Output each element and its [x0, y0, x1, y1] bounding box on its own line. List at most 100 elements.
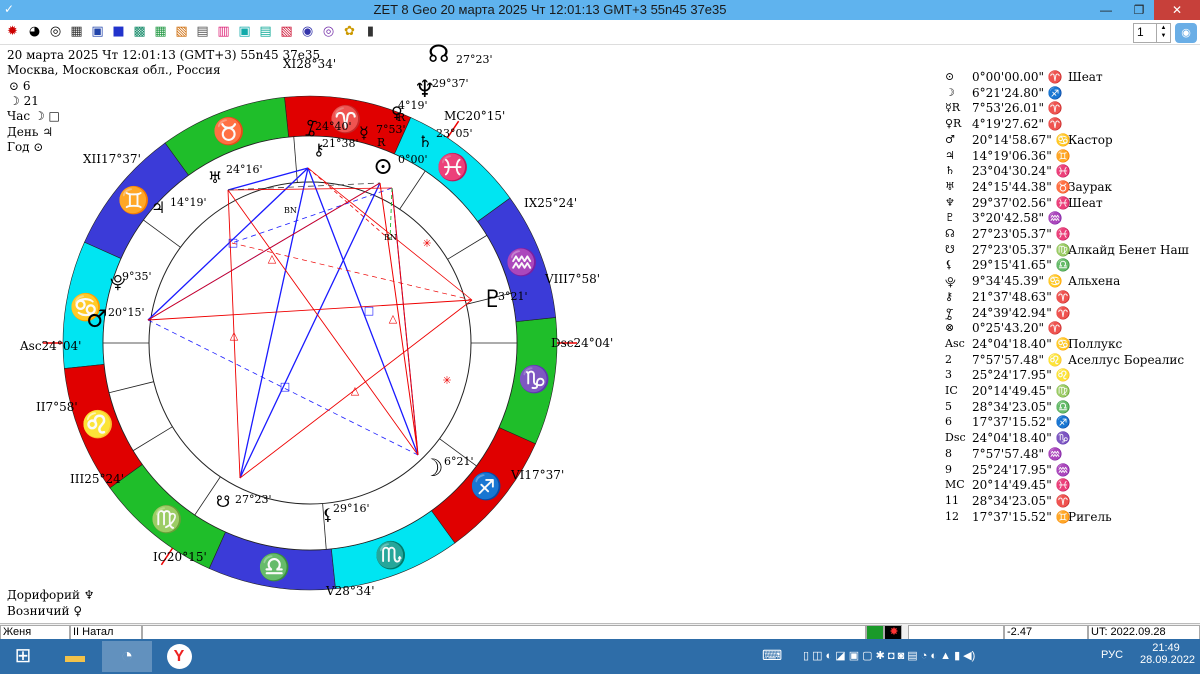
aspect-symbol: △: [268, 252, 277, 265]
status-value: -2.47: [1004, 625, 1088, 640]
red-star-indicator-icon[interactable]: ✸: [884, 625, 902, 640]
position-value: 24°15'44.38" ♉: [972, 179, 1071, 194]
aspect-symbol: ✳: [442, 374, 451, 387]
tool-green-grid-icon[interactable]: ▦: [152, 23, 169, 40]
position-value: 3°20'42.58" ♒: [972, 211, 1063, 226]
page-spinner[interactable]: 1 ▲ ▼: [1133, 23, 1171, 43]
position-glyph: 5: [945, 399, 952, 413]
planet-mars-glyph: ♂: [86, 305, 108, 333]
house-cusp-line: [143, 219, 181, 248]
tool-square-icon[interactable]: ▣: [89, 23, 106, 40]
tool-globe-icon[interactable]: ◉: [1175, 23, 1197, 43]
zodiac-sign-sector: [284, 95, 412, 155]
start-windows-icon[interactable]: ⊞: [0, 641, 46, 672]
aspect-line: [231, 187, 393, 244]
planet-pluto-degree: 3°21': [498, 290, 528, 303]
position-value: 17°37'15.52" ♐: [972, 415, 1071, 430]
position-glyph: IC: [945, 384, 958, 397]
planet-moon-glyph: ☽: [422, 454, 444, 482]
position-value: 25°24'17.95" ♌: [972, 368, 1071, 383]
position-glyph: 11: [945, 493, 959, 507]
zodiac-sign-sector: [331, 510, 456, 590]
aspect-line: [227, 189, 241, 479]
tool-bars-icon[interactable]: ▮: [362, 23, 379, 40]
planet-uranus-glyph: ♅: [208, 168, 222, 187]
spinner-arrows-icon[interactable]: ▲ ▼: [1156, 24, 1170, 42]
position-star: Ригель: [1068, 509, 1112, 524]
planet-venus-degree: 4°19': [398, 99, 428, 112]
planet-jupiter-glyph: ♃: [151, 198, 165, 217]
cusp-label-ii: II7°58': [36, 400, 78, 414]
position-glyph: 8: [945, 446, 952, 460]
aspect-symbol: □: [280, 380, 290, 393]
explorer-folder-icon[interactable]: ▬: [50, 641, 100, 672]
zet-app-icon[interactable]: ◔: [102, 641, 152, 672]
chart-datetime: 20 марта 2025 Чт 12:01:13 (GMT+3) 55n45 …: [7, 48, 321, 62]
tool-pink-square-icon[interactable]: ▥: [215, 23, 232, 40]
tool-grid-icon[interactable]: ▦: [68, 23, 85, 40]
tool-flower-icon[interactable]: ✿: [341, 23, 358, 40]
aspect-line: [147, 319, 419, 456]
tool-page3-icon[interactable]: ▧: [278, 23, 295, 40]
house-cusp-line: [194, 476, 221, 516]
position-glyph: 9: [945, 462, 952, 476]
yandex-browser-icon[interactable]: Y: [154, 641, 204, 672]
aspect-symbol: ✳: [422, 237, 431, 250]
tool-circle-icon[interactable]: ◎: [47, 23, 64, 40]
tool-sphere-icon[interactable]: ◕: [26, 23, 43, 40]
position-star: Аселлус Бореалис: [1068, 352, 1185, 367]
tool-map-icon[interactable]: ▩: [131, 23, 148, 40]
chart-location: Москва, Московская обл., Россия: [7, 63, 221, 77]
maximize-button[interactable]: ❐: [1124, 0, 1154, 20]
position-value: 29°37'02.56" ♓: [972, 195, 1071, 210]
zodiac-sign-glyph: ♒: [506, 247, 538, 278]
tool-page-icon[interactable]: ▤: [194, 23, 211, 40]
zodiac-sign-glyph: ♋: [70, 292, 102, 323]
planet-neptune-glyph: ♆: [414, 75, 436, 103]
position-glyph: ♄: [945, 164, 955, 178]
zodiac-sign-glyph: ♊: [118, 185, 150, 216]
keyboard-icon[interactable]: ⌨: [762, 647, 782, 664]
clock[interactable]: 21:49 28.09.2022: [1140, 642, 1195, 666]
tool-blue-square-icon[interactable]: ■: [110, 23, 127, 40]
planet-south-node-glyph: ☋: [216, 492, 230, 511]
position-value: 20°14'49.45" ♍: [972, 384, 1071, 398]
tray-icons[interactable]: ▯ ◫ ◐ ◪ ▣ ▢ ✱ ◘ ◙ ▤ ◔ ◐ ▲ ▮ ◀): [803, 649, 975, 662]
cusp-label-iii: III25°24': [70, 472, 124, 486]
tool-page2-icon[interactable]: ▤: [257, 23, 274, 40]
position-glyph: ⊙: [945, 70, 955, 83]
tool-cyan-square-icon[interactable]: ▣: [236, 23, 253, 40]
position-value: 20°14'49.45" ♓: [972, 478, 1071, 493]
position-glyph: ♇: [945, 211, 955, 225]
app-menu-icon[interactable]: ✹: [4, 23, 21, 40]
position-value: 20°14'58.67" ♋: [972, 132, 1071, 147]
window-title: ZET 8 Geo 20 марта 2025 Чт 12:01:13 GMT+…: [373, 2, 727, 17]
cusp-label-xii: XII17°37': [83, 152, 141, 166]
tool-colors-icon[interactable]: ▧: [173, 23, 190, 40]
zodiac-sign-sector: [477, 197, 557, 322]
status-ut: UT: 2022.09.28 18:49:51: [1088, 625, 1200, 651]
position-glyph: ⚷: [945, 289, 954, 303]
green-indicator-icon[interactable]: [866, 625, 884, 640]
aspect-line: [227, 167, 309, 191]
language-indicator[interactable]: РУС: [1101, 649, 1123, 661]
cusp-label-vi: VI17°37': [510, 468, 564, 482]
status-empty: [142, 625, 866, 640]
house-cusp-line: [439, 438, 477, 467]
bn-label: BN: [384, 233, 397, 242]
minimize-button[interactable]: —: [1091, 0, 1121, 20]
position-glyph: 12: [945, 509, 959, 523]
position-value: 7°53'26.01" ♈: [972, 101, 1063, 116]
fixed-star-capella: Возничий ♀: [7, 604, 83, 618]
house-cusp-line: [293, 136, 298, 183]
planet-selena-glyph: ⯙: [305, 119, 317, 138]
tool-circle2-icon[interactable]: ◉: [299, 23, 316, 40]
tool-circle3-icon[interactable]: ◎: [320, 23, 337, 40]
zodiac-sign-glyph: ♎: [258, 552, 290, 583]
close-button[interactable]: ✕: [1154, 0, 1200, 20]
zodiac-sign-glyph: ♓: [437, 152, 469, 183]
zodiac-sign-sector: [431, 427, 536, 544]
zodiac-sign-sector: [164, 96, 289, 176]
zodiac-sign-glyph: ♍: [151, 504, 183, 535]
aspect-line: [239, 182, 381, 479]
